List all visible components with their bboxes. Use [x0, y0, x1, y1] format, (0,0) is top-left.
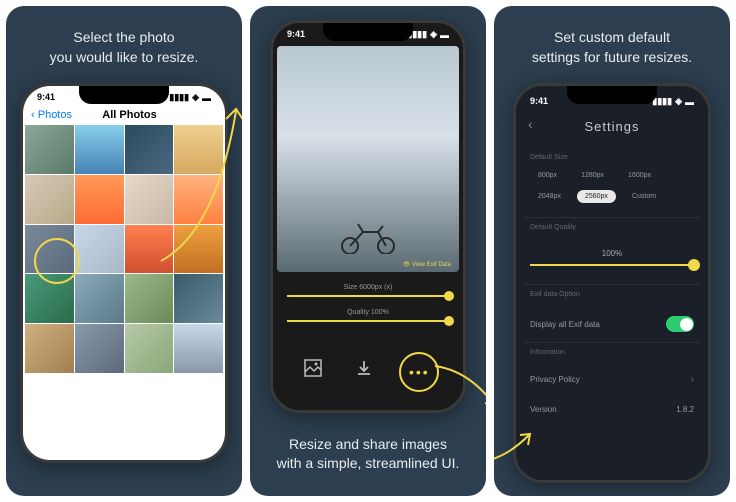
- download-button[interactable]: [348, 352, 380, 384]
- notch-icon: [79, 86, 169, 104]
- panel1-caption: Select the photo you would like to resiz…: [6, 6, 242, 89]
- size-option[interactable]: Custom: [624, 190, 664, 203]
- photo-thumb[interactable]: [75, 324, 124, 373]
- photo-thumb[interactable]: [75, 274, 124, 323]
- wifi-icon: ◈: [430, 29, 437, 40]
- battery-icon: ▬: [685, 97, 694, 107]
- phone-frame-3: 9:41 ▮▮▮▮ ◈ ▬ ‹ Settings Default Size 80…: [513, 83, 711, 483]
- quality-value: 100%: [516, 239, 708, 264]
- exif-toggle-row: Display all Exif data: [516, 306, 708, 342]
- exif-toggle[interactable]: [666, 316, 694, 332]
- quality-label: Quality 100%: [287, 309, 449, 316]
- status-time: 9:41: [37, 92, 55, 103]
- panel-select-photo: Select the photo you would like to resiz…: [6, 6, 242, 496]
- photo-thumb[interactable]: [174, 324, 223, 373]
- photo-thumb[interactable]: [125, 324, 174, 373]
- highlight-circle-icon: [34, 238, 80, 284]
- size-label: Size 6000px (x): [287, 284, 449, 291]
- more-icon: •••: [409, 364, 430, 380]
- size-options: 800px 1280px 1600px 2048px 2560px Custom: [516, 169, 708, 217]
- arrow-icon: [430, 361, 486, 426]
- photo-thumb[interactable]: [75, 225, 124, 274]
- photo-thumb[interactable]: [25, 125, 74, 174]
- gallery-button[interactable]: [297, 352, 329, 384]
- default-quality-header: Default Quality: [516, 218, 708, 239]
- photo-thumb[interactable]: [174, 274, 223, 323]
- privacy-row[interactable]: Privacy Policy ›: [516, 364, 708, 395]
- photo-thumb[interactable]: [25, 175, 74, 224]
- exif-header: Exif data Option: [516, 285, 708, 306]
- size-option[interactable]: 1600px: [620, 169, 659, 182]
- status-time: 9:41: [530, 96, 548, 107]
- version-value: 1.8.2: [676, 405, 694, 414]
- info-header: Information: [516, 343, 708, 364]
- default-size-header: Default Size: [516, 148, 708, 169]
- panel-settings: Set custom default settings for future r…: [494, 6, 730, 496]
- size-slider[interactable]: [287, 295, 449, 297]
- panel-resize: 9:41 ▮▮▮▮ ◈ ▬ 👁 View Exif Data Size 6000…: [250, 6, 486, 496]
- exif-toggle-label: Display all Exif data: [530, 320, 600, 329]
- arrow-icon: [494, 425, 544, 470]
- view-exif-link[interactable]: 👁 View Exif Data: [403, 261, 451, 268]
- wifi-icon: ◈: [675, 96, 682, 107]
- size-option-selected[interactable]: 2560px: [577, 190, 616, 203]
- photo-thumb[interactable]: [125, 274, 174, 323]
- photo-thumb[interactable]: [75, 125, 124, 174]
- photo-thumb[interactable]: [25, 324, 74, 373]
- slider-panel: Size 6000px (x) Quality 100%: [273, 276, 463, 342]
- version-row: Version 1.8.2: [516, 395, 708, 424]
- back-button[interactable]: ‹: [528, 116, 533, 132]
- phone-frame-2: 9:41 ▮▮▮▮ ◈ ▬ 👁 View Exif Data Size 6000…: [270, 20, 466, 413]
- battery-icon: ▬: [440, 30, 449, 40]
- chevron-right-icon: ›: [691, 374, 694, 385]
- panel3-caption: Set custom default settings for future r…: [494, 6, 730, 89]
- size-option[interactable]: 1280px: [573, 169, 612, 182]
- settings-title: Settings: [516, 109, 708, 148]
- size-option[interactable]: 2048px: [530, 190, 569, 203]
- version-label: Version: [530, 405, 557, 414]
- status-indicators: ▮▮▮▮ ◈ ▬: [407, 29, 449, 40]
- size-option[interactable]: 800px: [530, 169, 565, 182]
- status-indicators: ▮▮▮▮ ◈ ▬: [652, 96, 694, 107]
- photo-thumb[interactable]: [75, 175, 124, 224]
- notch-icon: [323, 23, 413, 41]
- motorcycle-icon: [338, 214, 398, 254]
- arrow-icon: [156, 91, 242, 276]
- photo-preview[interactable]: 👁 View Exif Data: [277, 46, 459, 272]
- notch-icon: [567, 86, 657, 104]
- quality-slider[interactable]: [287, 320, 449, 322]
- privacy-label: Privacy Policy: [530, 375, 580, 384]
- quality-default-slider[interactable]: [530, 264, 694, 266]
- status-time: 9:41: [287, 29, 305, 40]
